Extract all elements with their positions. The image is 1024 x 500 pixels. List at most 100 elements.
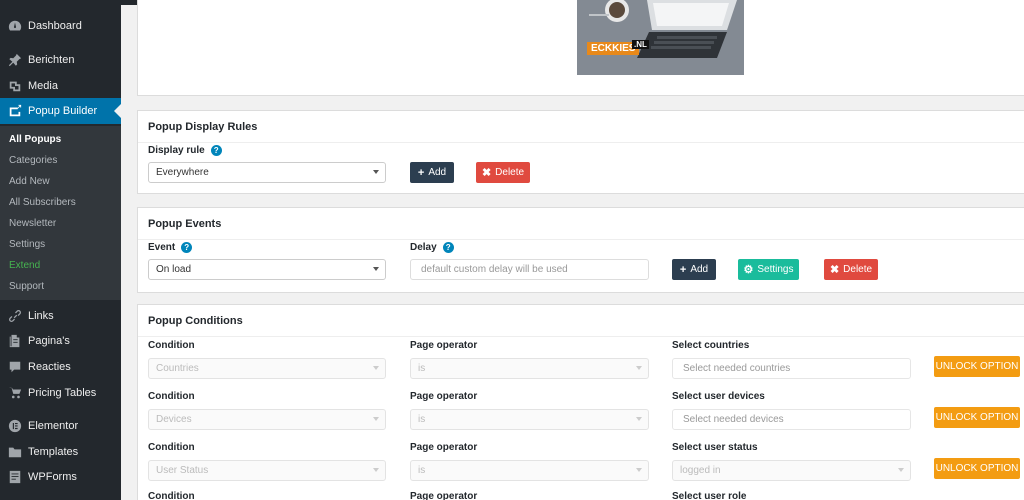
dashboard-icon <box>8 19 22 33</box>
select-value: is <box>418 414 426 425</box>
delete-event-button[interactable]: ✖ Delete <box>824 259 878 280</box>
plus-icon: + <box>679 263 687 276</box>
plus-icon: + <box>417 166 425 179</box>
events-panel: Popup Events Event ? On load Delay ? def… <box>137 207 1024 293</box>
select-value: User Status <box>156 465 209 476</box>
submenu-add-new[interactable]: Add New <box>9 176 50 187</box>
sidebar-item-label: Reacties <box>28 361 71 373</box>
help-icon[interactable]: ? <box>181 242 193 253</box>
submenu-newsletter[interactable]: Newsletter <box>9 218 56 229</box>
popup-preview-image: ECKKIES .NL <box>577 0 744 75</box>
active-indicator <box>114 104 121 118</box>
sidebar-item-templates[interactable]: Templates <box>0 439 121 465</box>
input-placeholder: default custom delay will be used <box>421 264 568 275</box>
operator-select[interactable]: is <box>410 460 649 481</box>
submenu-support[interactable]: Support <box>9 281 44 292</box>
help-icon[interactable]: ? <box>210 145 222 156</box>
chevron-down-icon <box>636 417 642 421</box>
submenu-categories[interactable]: Categories <box>9 155 57 166</box>
chevron-down-icon <box>636 468 642 472</box>
condition-label: Condition <box>148 442 195 453</box>
add-rule-button[interactable]: + Add <box>410 162 454 183</box>
sidebar-item-label: WPForms <box>28 471 77 483</box>
submenu-settings[interactable]: Settings <box>9 239 45 250</box>
elementor-icon <box>8 419 22 433</box>
submenu-all-popups[interactable]: All Popups <box>9 134 61 145</box>
conditions-panel: Popup Conditions Condition Countries Pag… <box>137 304 1024 500</box>
event-settings-button[interactable]: ⚙ Settings <box>738 259 799 280</box>
chevron-down-icon <box>373 267 379 271</box>
event-label: Event ? <box>148 242 193 253</box>
select-value: Everywhere <box>156 167 209 178</box>
sidebar-item-paginas[interactable]: Pagina's <box>0 328 121 354</box>
delete-rule-button[interactable]: ✖ Delete <box>476 162 530 183</box>
submenu-extend[interactable]: Extend <box>9 260 40 271</box>
laptop-photo <box>577 0 744 75</box>
chevron-down-icon <box>636 366 642 370</box>
popup-image-panel: ECKKIES .NL <box>137 0 1024 96</box>
help-icon[interactable]: ? <box>442 242 454 253</box>
popup-builder-submenu: All Popups Categories Add New All Subscr… <box>0 126 121 300</box>
folder-icon <box>8 445 22 459</box>
chevron-down-icon <box>373 170 379 174</box>
logo-suffix: .NL <box>632 40 649 49</box>
sidebar-item-wpforms[interactable]: WPForms <box>0 464 121 490</box>
user-status-label: Select user status <box>672 442 758 453</box>
popup-builder-icon <box>8 104 22 118</box>
submenu-all-subscribers[interactable]: All Subscribers <box>9 197 76 208</box>
select-value: Devices <box>156 414 192 425</box>
condition-select[interactable]: Countries <box>148 358 386 379</box>
sidebar-item-label: Berichten <box>28 54 75 66</box>
sidebar-item-berichten[interactable]: Berichten <box>0 47 121 73</box>
condition-label: Condition <box>148 340 195 351</box>
devices-input[interactable]: Select needed devices <box>672 409 911 430</box>
sidebar-item-popup-builder[interactable]: Popup Builder <box>0 98 121 124</box>
operator-label: Page operator <box>410 391 478 402</box>
input-placeholder: Select needed countries <box>683 363 791 374</box>
forms-icon <box>8 470 22 484</box>
sidebar-item-reacties[interactable]: Reacties <box>0 354 121 380</box>
condition-select[interactable]: User Status <box>148 460 386 481</box>
user-status-select[interactable]: logged in <box>672 460 911 481</box>
display-rule-label: Display rule ? <box>148 145 222 156</box>
countries-input[interactable]: Select needed countries <box>672 358 911 379</box>
sidebar-item-elementor[interactable]: Elementor <box>0 413 121 439</box>
sidebar-item-label: Templates <box>28 446 79 458</box>
display-rule-select[interactable]: Everywhere <box>148 162 386 183</box>
operator-select[interactable]: is <box>410 358 649 379</box>
select-value: Countries <box>156 363 199 374</box>
condition-select[interactable]: Devices <box>148 409 386 430</box>
sidebar-item-media[interactable]: Media <box>0 73 121 99</box>
admin-sidebar: Dashboard Berichten Media Popup Builder … <box>0 0 121 500</box>
sidebar-item-dashboard[interactable]: Dashboard <box>0 13 121 39</box>
chevron-down-icon <box>373 366 379 370</box>
operator-label: Page operator <box>410 442 478 453</box>
event-select[interactable]: On load <box>148 259 386 280</box>
devices-label: Select user devices <box>672 391 765 402</box>
chevron-down-icon <box>898 468 904 472</box>
select-value: logged in <box>680 465 721 476</box>
select-value: is <box>418 465 426 476</box>
button-label: Settings <box>757 264 794 275</box>
label-text: Event <box>148 242 176 253</box>
display-rules-panel: Popup Display Rules Display rule ? Every… <box>137 110 1024 194</box>
sidebar-item-label: Dashboard <box>28 20 82 32</box>
sidebar-item-links[interactable]: Links <box>0 303 121 329</box>
sidebar-item-label: Elementor <box>28 420 79 432</box>
unlock-option-button[interactable]: UNLOCK OPTION <box>934 356 1020 377</box>
delay-input[interactable]: default custom delay will be used <box>410 259 649 280</box>
sidebar-item-label: Popup Builder <box>28 105 98 117</box>
unlock-option-button[interactable]: UNLOCK OPTION <box>934 407 1020 428</box>
delay-label: Delay ? <box>410 242 454 253</box>
panel-title: Popup Display Rules <box>138 111 1024 143</box>
button-label: Add <box>428 167 447 178</box>
comment-icon <box>8 360 22 374</box>
sidebar-item-pricing-tables[interactable]: Pricing Tables <box>0 380 121 406</box>
operator-select[interactable]: is <box>410 409 649 430</box>
unlock-option-button[interactable]: UNLOCK OPTION <box>934 458 1020 479</box>
button-label: Delete <box>843 264 873 275</box>
operator-label: Page operator <box>410 491 478 500</box>
panel-title: Popup Events <box>138 208 1024 240</box>
logo-text: ECKKIES <box>591 43 636 54</box>
add-event-button[interactable]: + Add <box>672 259 716 280</box>
